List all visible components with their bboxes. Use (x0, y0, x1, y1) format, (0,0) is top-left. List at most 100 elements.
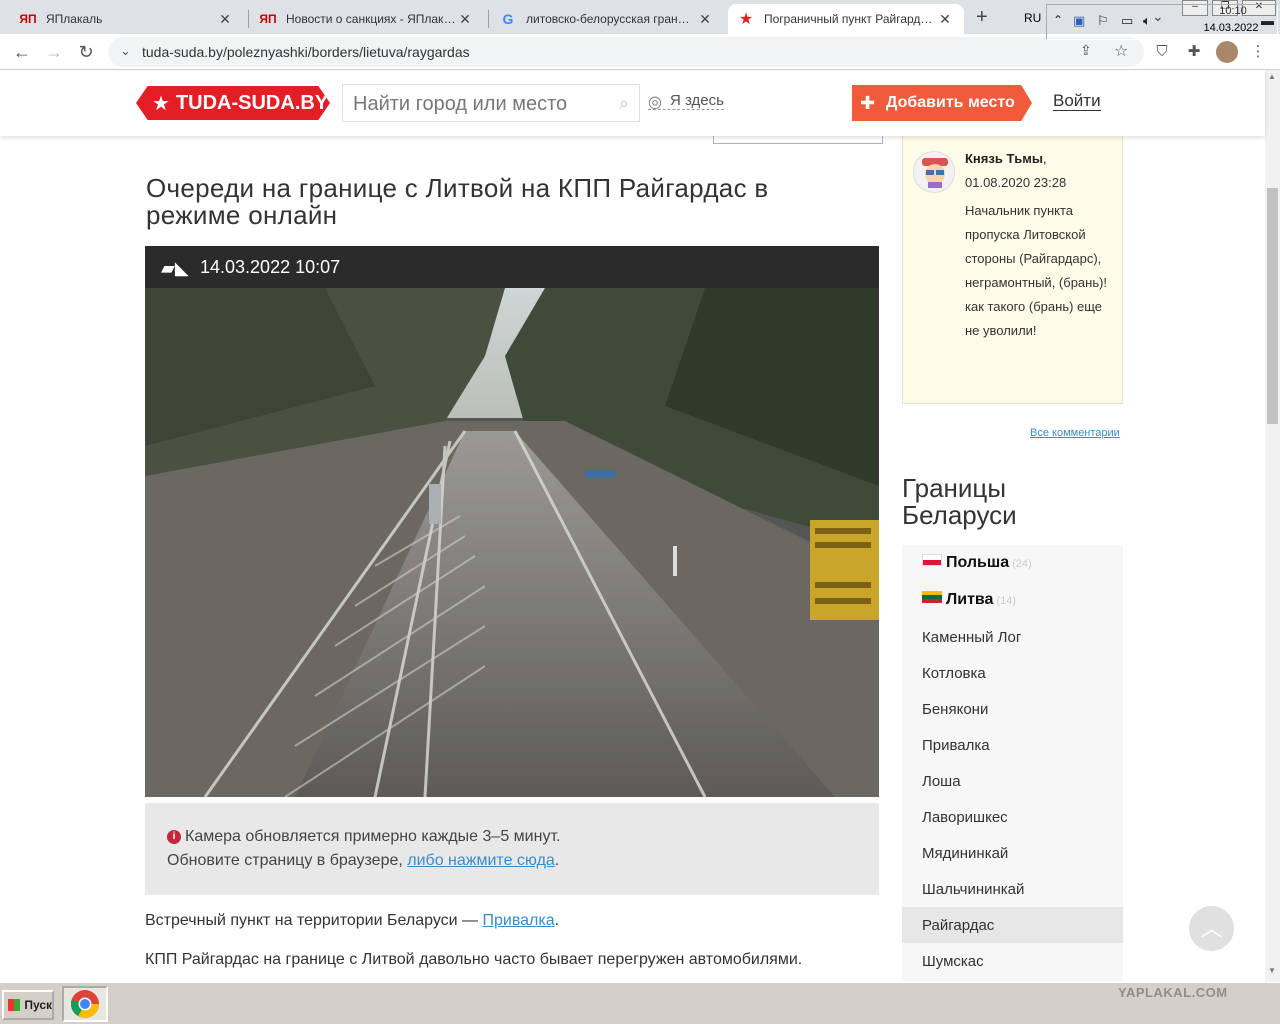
scroll-to-top-button[interactable]: ︿ (1189, 906, 1234, 951)
comment-date: 01.08.2020 23:28 (965, 175, 1067, 190)
para1-text: Встречный пункт на территории Беларуси — (145, 912, 479, 929)
info-line2: Обновите страницу в браузере, (167, 852, 403, 869)
start-label: Пуск (24, 998, 52, 1012)
border-point-item[interactable]: Лоша (922, 773, 961, 790)
tab-google-search[interactable]: G литовско-белорусская граница оч ✕ (490, 4, 724, 34)
close-icon[interactable]: ✕ (936, 11, 954, 28)
camera-header: ▰◣ 14.03.2022 10:07 (145, 246, 879, 288)
border-point-item[interactable]: Шальчининкай (922, 881, 1024, 898)
scroll-down-arrow[interactable]: ▼ (1268, 966, 1276, 975)
page-title: Очереди на границе с Литвой на КПП Райга… (146, 173, 769, 230)
add-place-button[interactable]: ✚ Добавить место (852, 85, 1032, 121)
avatar-icon (922, 158, 948, 188)
volume-icon[interactable]: 🔈︎ (1143, 13, 1151, 29)
display-icon[interactable]: ▭ (1121, 13, 1133, 29)
tab-sanctions-news[interactable]: ЯП Новости о санкциях - ЯПлакаль ✕ (250, 4, 484, 34)
border-point-item[interactable]: Котловка (922, 665, 986, 682)
tray-expand-icon[interactable]: ⌃ (1053, 13, 1063, 27)
start-button[interactable]: Пуск (2, 990, 54, 1020)
tab-yaplakal[interactable]: ЯП ЯПлакаль ✕ (10, 4, 244, 34)
chrome-icon (70, 990, 99, 1018)
reload-button[interactable]: ↻ (74, 40, 98, 64)
road-scene (145, 288, 879, 797)
close-icon[interactable]: ✕ (216, 11, 234, 28)
os-taskbar: Пуск (0, 982, 1280, 1024)
login-link[interactable]: Войти (1053, 92, 1101, 111)
tab-title: Пограничный пункт Райгардас на (764, 12, 936, 26)
shield-icon[interactable]: ⛉ (1152, 42, 1172, 62)
camera-info-box: i Камера обновляется примерно каждые 3–5 … (145, 803, 879, 895)
search-placeholder: Найти город или место (353, 93, 568, 115)
border-point-item[interactable]: Каменный Лог (922, 629, 1021, 646)
dropdown-edge (713, 136, 883, 144)
close-icon[interactable]: ✕ (696, 11, 714, 28)
yaplakal-icon: ЯП (259, 12, 277, 26)
url-text: tuda-suda.by/poleznyashki/borders/lietuv… (142, 44, 470, 60)
clock-date[interactable]: 14.03.2022 (1192, 22, 1270, 34)
border-point-item[interactable]: Лаворишкес (922, 809, 1008, 826)
back-button[interactable]: ← (10, 40, 34, 64)
extensions-icon[interactable]: ✚ (1184, 42, 1204, 62)
share-icon[interactable]: ⇪ (1080, 42, 1092, 59)
chrome-taskbar-button[interactable] (62, 986, 108, 1022)
location-icon: ◎ (648, 94, 662, 111)
paragraph-overload: КПП Райгардас на границе с Литвой даволь… (145, 951, 803, 968)
locate-me-label: Я здесь (670, 92, 724, 109)
camera-icon: ▰◣ (161, 258, 189, 278)
border-point-item-active[interactable]: Райгардас (922, 917, 994, 934)
chevron-up-icon: ︿ (1200, 916, 1223, 941)
google-icon: G (502, 11, 514, 27)
info-line1: Камера обновляется примерно каждые 3–5 м… (185, 828, 561, 845)
search-icon[interactable]: ⌕ (619, 93, 629, 114)
profile-avatar[interactable] (1216, 41, 1238, 63)
forward-button[interactable]: → (42, 40, 66, 64)
border-point-item[interactable]: Шумскас (922, 953, 984, 970)
info-icon: i (167, 830, 181, 844)
network-icon[interactable]: ▣ (1073, 13, 1085, 29)
locate-me-link[interactable]: ◎ Я здесь (648, 92, 724, 111)
bookmark-star-icon[interactable]: ☆ (1114, 41, 1128, 61)
flag-icon[interactable]: ⚐ (1097, 13, 1109, 29)
avatar[interactable] (913, 151, 955, 193)
country-poland[interactable]: Польша (24) (922, 554, 1032, 572)
tab-raygardas[interactable]: ★ Пограничный пункт Райгардас на ✕ (728, 4, 964, 34)
language-indicator[interactable]: RU (1024, 11, 1041, 25)
border-point-item[interactable]: Мядининкай (922, 845, 1008, 862)
tab-title: ЯПлакаль (46, 12, 103, 26)
camera-timestamp: 14.03.2022 10:07 (200, 256, 341, 277)
border-point-item[interactable]: Привалка (922, 737, 990, 754)
privalka-link[interactable]: Привалка (482, 912, 554, 929)
webcam-image: ▰◣ 14.03.2022 10:07 (145, 246, 879, 797)
lithuania-flag-icon (922, 591, 942, 603)
star-icon: ★ (152, 92, 170, 115)
scroll-up-arrow[interactable]: ▲ (1268, 72, 1276, 81)
borders-heading: Границы Беларуси (902, 473, 1017, 530)
watermark: YAPLAKAL.COM (1118, 985, 1228, 1000)
star-icon: ★ (738, 11, 754, 28)
add-place-label: Добавить место (886, 94, 1015, 111)
comment-card: Князь Тьмы, 01.08.2020 23:28 Начальник п… (902, 134, 1123, 404)
menu-icon[interactable]: ⋮ (1248, 42, 1268, 62)
logo-text: TUDA-SUDA.BY (175, 91, 329, 114)
poland-flag-icon (922, 554, 942, 566)
address-bar[interactable]: ⌄ tuda-suda.by/poleznyashki/borders/liet… (108, 37, 1144, 67)
country-lithuania[interactable]: Литва (14) (922, 591, 1016, 609)
comment-author[interactable]: Князь Тьмы, (965, 151, 1047, 166)
yaplakal-icon: ЯП (19, 12, 37, 26)
tab-title: Новости о санкциях - ЯПлакаль (286, 12, 456, 26)
clock-time[interactable]: 10:10 (1198, 5, 1268, 17)
new-tab-button[interactable]: + (976, 6, 988, 29)
site-logo[interactable]: ★ TUDA-SUDA.BY (136, 86, 330, 120)
add-pin-icon: ✚ (860, 93, 876, 113)
tab-title: литовско-белорусская граница оч (526, 12, 696, 26)
refresh-link[interactable]: либо нажмите сюда (407, 852, 555, 869)
site-info-icon[interactable]: ⌄ (120, 43, 131, 59)
comment-text: Начальник пункта пропуска Литовской стор… (965, 203, 1108, 338)
border-point-item[interactable]: Бенякони (922, 701, 988, 718)
all-comments-link[interactable]: Все комментарии (1030, 427, 1120, 439)
site-header: ★ TUDA-SUDA.BY Найти город или место ⌕ ◎… (0, 70, 1265, 136)
windows-logo-icon (8, 999, 21, 1011)
close-icon[interactable]: ✕ (456, 11, 474, 28)
scrollbar-thumb[interactable] (1267, 188, 1278, 424)
search-input[interactable]: Найти город или место ⌕ (342, 84, 640, 122)
